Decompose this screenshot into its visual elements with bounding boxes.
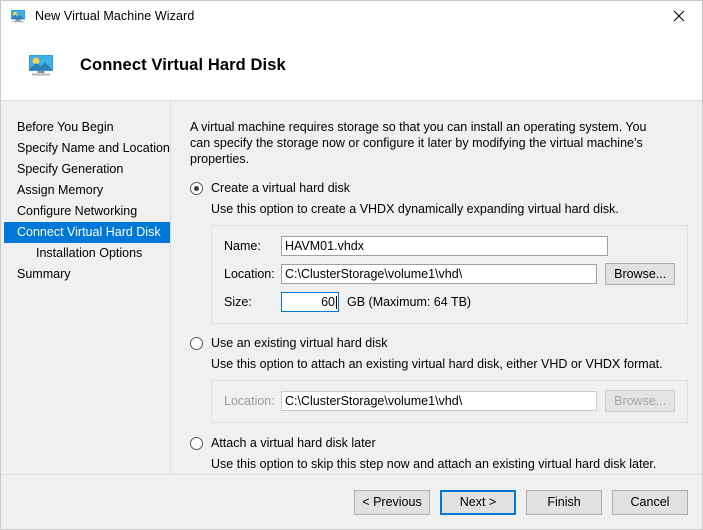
page-title: Connect Virtual Hard Disk — [80, 56, 286, 74]
close-icon[interactable] — [656, 1, 702, 31]
next-button[interactable]: Next > — [440, 489, 516, 515]
sidebar-item-configure-networking[interactable]: Configure Networking — [4, 201, 170, 222]
radio-button-icon — [190, 182, 203, 195]
browse-button[interactable]: Browse... — [605, 263, 675, 285]
radio-existing-label: Use an existing virtual hard disk — [211, 336, 388, 350]
radio-button-icon — [190, 437, 203, 450]
radio-button-icon — [190, 337, 203, 350]
cancel-button[interactable]: Cancel — [612, 489, 688, 515]
sidebar-item-before-you-begin[interactable]: Before You Begin — [4, 117, 170, 138]
window-body: Before You Begin Specify Name and Locati… — [1, 101, 702, 474]
name-input[interactable]: HAVM01.vhdx — [281, 236, 608, 256]
wizard-footer: < Previous Next > Finish Cancel — [1, 474, 702, 529]
sidebar-item-summary[interactable]: Summary — [4, 264, 170, 285]
existing-disk-fields-group: Location: C:\ClusterStorage\volume1\vhd\… — [211, 380, 688, 423]
name-label: Name: — [224, 239, 261, 253]
existing-location-input: C:\ClusterStorage\volume1\vhd\ — [281, 391, 598, 411]
size-input[interactable]: 60 — [281, 292, 339, 312]
intro-text: A virtual machine requires storage so th… — [190, 120, 647, 166]
virtual-machine-icon — [28, 54, 54, 78]
radio-create-label: Create a virtual hard disk — [211, 181, 350, 195]
size-label: Size: — [224, 295, 252, 309]
existing-browse-button: Browse... — [605, 390, 675, 412]
new-virtual-machine-wizard-window: New Virtual Machine Wizard Connect Virtu… — [0, 0, 703, 530]
sidebar-item-connect-virtual-hard-disk[interactable]: Connect Virtual Hard Disk — [4, 222, 170, 243]
finish-button[interactable]: Finish — [526, 489, 602, 515]
sidebar-item-installation-options[interactable]: Installation Options — [4, 243, 170, 264]
location-label: Location: — [224, 267, 275, 281]
sidebar-item-specify-generation[interactable]: Specify Generation — [4, 159, 170, 180]
option-use-existing-virtual-hard-disk: Use an existing virtual hard disk Use th… — [190, 336, 690, 423]
radio-create-virtual-hard-disk[interactable]: Create a virtual hard disk — [190, 181, 690, 196]
wizard-steps-sidebar: Before You Begin Specify Name and Locati… — [1, 101, 171, 474]
option-create-virtual-hard-disk: Create a virtual hard disk Use this opti… — [190, 181, 690, 324]
previous-button[interactable]: < Previous — [354, 489, 430, 515]
option-later-description: Use this option to skip this step now an… — [211, 457, 657, 471]
location-field-row: Location: C:\ClusterStorage\volume1\vhd\… — [224, 263, 675, 285]
option-create-description: Use this option to create a VHDX dynamic… — [211, 202, 619, 216]
existing-location-field-row: Location: C:\ClusterStorage\volume1\vhd\… — [224, 390, 675, 412]
radio-later-label: Attach a virtual hard disk later — [211, 436, 376, 450]
size-field-row: Size: 60 GB (Maximum: 64 TB) — [224, 292, 675, 312]
page-header: Connect Virtual Hard Disk — [1, 31, 702, 101]
size-maximum-label: GB (Maximum: 64 TB) — [347, 295, 472, 309]
title-bar: New Virtual Machine Wizard — [1, 1, 702, 31]
create-disk-fields-group: Name: HAVM01.vhdx Location: C:\ClusterSt… — [211, 225, 688, 324]
wizard-content: A virtual machine requires storage so th… — [171, 101, 702, 474]
sidebar-item-assign-memory[interactable]: Assign Memory — [4, 180, 170, 201]
size-input-value: 60 — [321, 295, 335, 309]
option-attach-later: Attach a virtual hard disk later Use thi… — [190, 436, 690, 472]
virtual-machine-icon — [10, 8, 26, 24]
sidebar-item-specify-name-and-location[interactable]: Specify Name and Location — [4, 138, 170, 159]
text-caret — [336, 295, 337, 309]
radio-attach-virtual-hard-disk-later[interactable]: Attach a virtual hard disk later — [190, 436, 690, 451]
option-existing-description: Use this option to attach an existing vi… — [211, 357, 663, 371]
existing-location-label: Location: — [224, 394, 275, 408]
window-title: New Virtual Machine Wizard — [35, 9, 195, 23]
name-field-row: Name: HAVM01.vhdx — [224, 236, 675, 256]
radio-use-existing-virtual-hard-disk[interactable]: Use an existing virtual hard disk — [190, 336, 690, 351]
location-input[interactable]: C:\ClusterStorage\volume1\vhd\ — [281, 264, 598, 284]
